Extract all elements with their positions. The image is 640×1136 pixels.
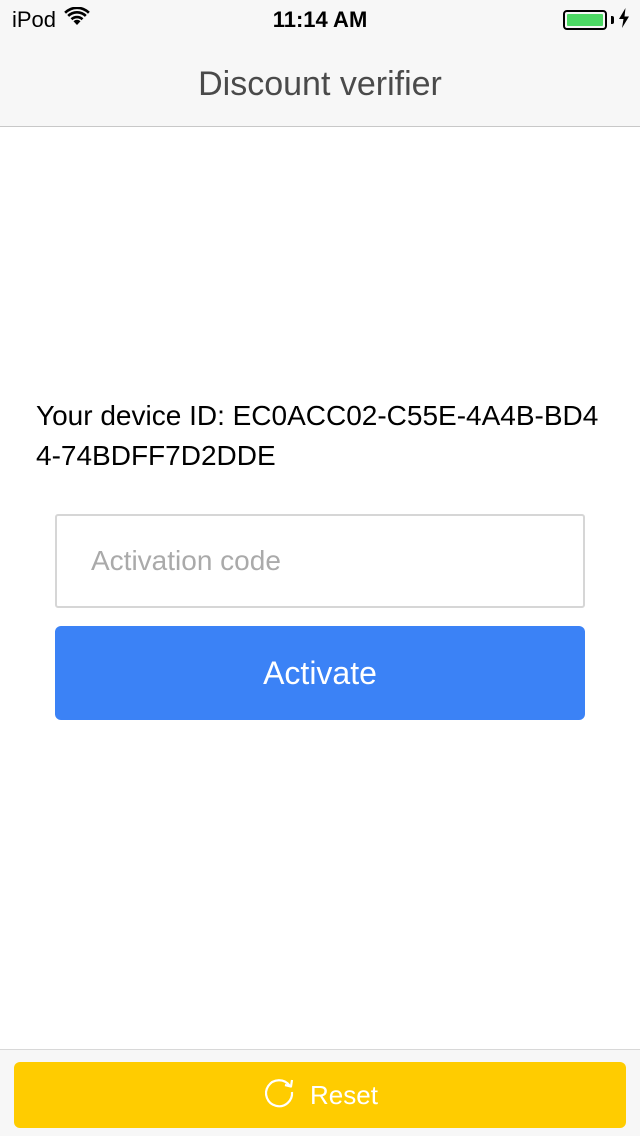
battery-nub	[611, 16, 614, 24]
device-id-label: Your device ID: EC0ACC02-C55E-4A4B-BD44-…	[36, 400, 599, 471]
battery-fill	[567, 14, 603, 26]
status-right	[563, 7, 630, 33]
refresh-icon	[262, 1075, 296, 1116]
reset-button[interactable]: Reset	[14, 1062, 626, 1128]
reset-button-label: Reset	[310, 1079, 378, 1110]
battery-icon	[563, 10, 607, 30]
activate-button[interactable]: Activate	[55, 626, 585, 720]
charging-bolt-icon	[618, 7, 630, 33]
page-title: Discount verifier	[198, 65, 442, 103]
status-bar: iPod 11:14 AM	[0, 0, 640, 40]
nav-bar: Discount verifier	[0, 40, 640, 127]
bottom-bar: Reset	[0, 1049, 640, 1136]
activate-button-label: Activate	[263, 654, 377, 691]
status-time: 11:14 AM	[272, 7, 368, 32]
activation-code-input[interactable]	[55, 514, 585, 608]
